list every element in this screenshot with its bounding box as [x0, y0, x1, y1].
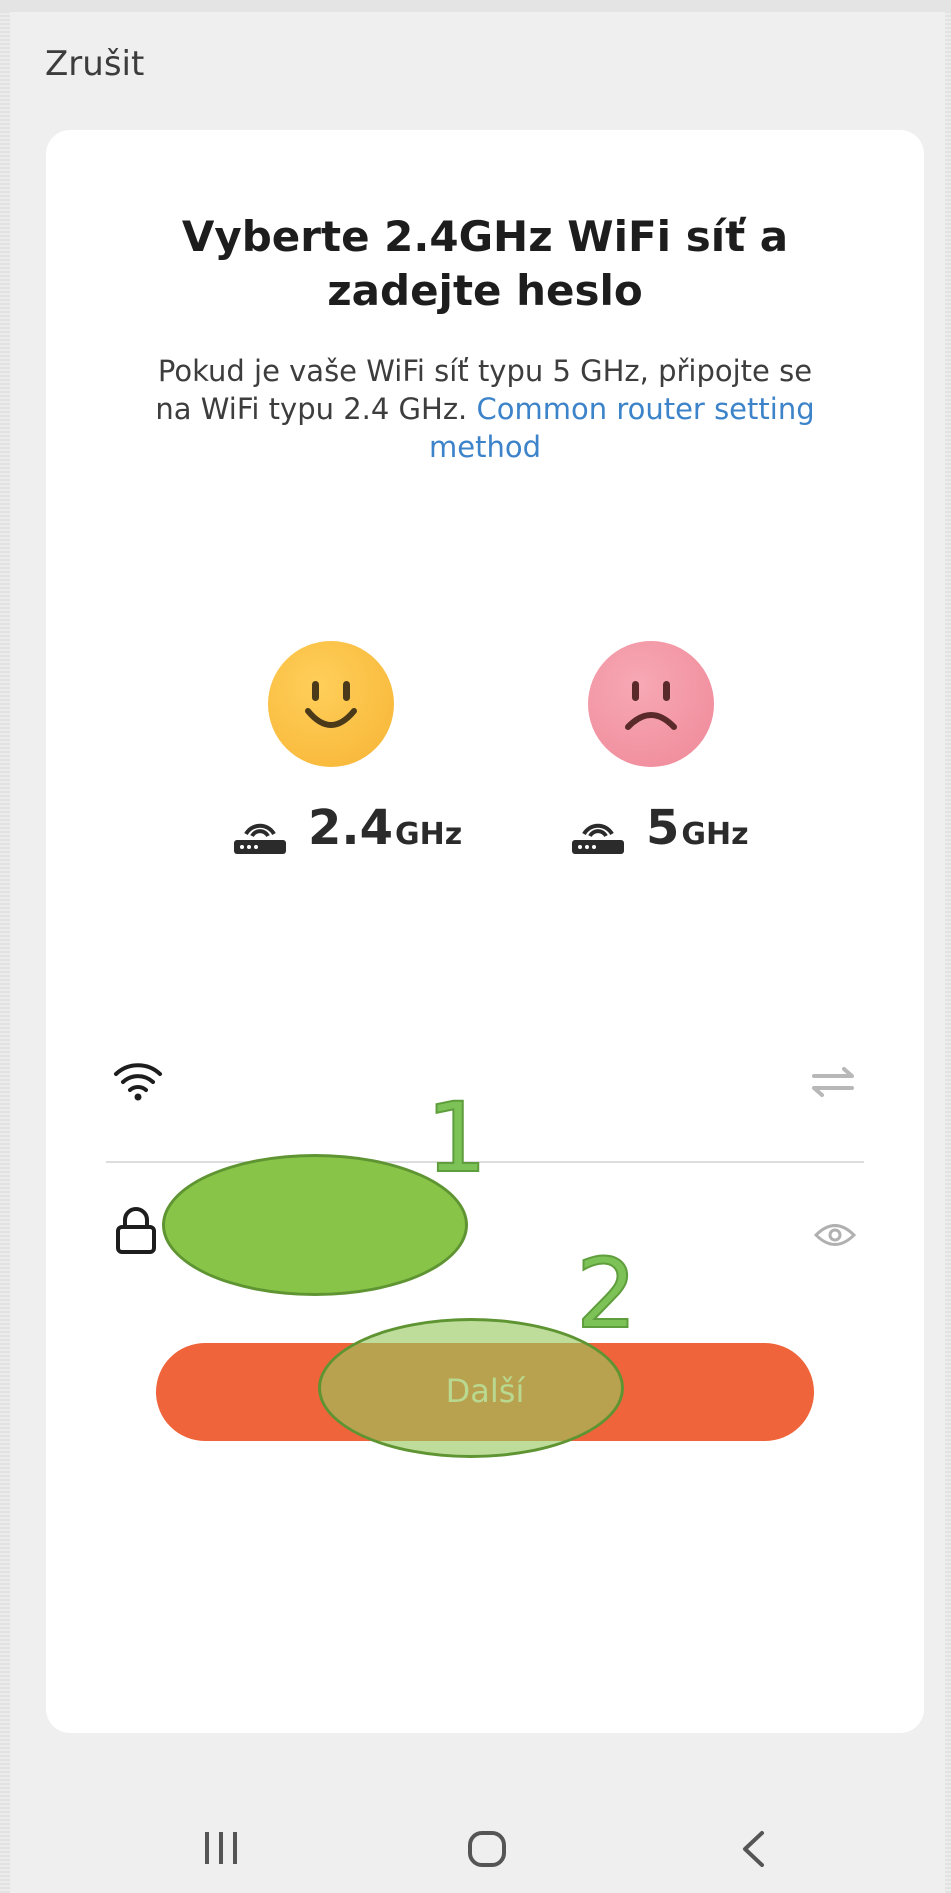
next-button-label: Další: [445, 1372, 525, 1410]
band-2-4ghz: 2.4 GHz: [232, 800, 462, 856]
band-unit: GHz: [681, 817, 749, 852]
cancel-button[interactable]: Zrušit: [45, 44, 144, 84]
happy-face-icon: [268, 641, 394, 767]
annotation-marker-2: 2: [575, 1238, 638, 1350]
band-number: 2.4: [308, 800, 394, 856]
page: Zrušit Vyberte 2.4GHz WiFi síť a zadejte…: [0, 0, 951, 1893]
band-number: 5: [646, 800, 680, 856]
nav-home-icon[interactable]: [467, 1830, 507, 1868]
switch-network-icon[interactable]: [810, 1065, 856, 1099]
nav-recent-icon[interactable]: [202, 1830, 240, 1866]
system-nav-bar: [0, 1800, 951, 1893]
band-5ghz: 5 GHz: [570, 800, 749, 856]
router-icon: [572, 823, 624, 854]
eye-icon[interactable]: [814, 1222, 856, 1248]
annotation-marker-1: 1: [425, 1082, 488, 1194]
band-unit: GHz: [395, 817, 463, 852]
router-icon: [234, 823, 286, 854]
wifi-setup-card: Vyberte 2.4GHz WiFi síť a zadejte heslo …: [46, 130, 924, 1733]
sad-face-icon: [588, 641, 714, 767]
subtitle: Pokud je vaše WiFi síť typu 5 GHz, připo…: [146, 352, 824, 466]
annotation-highlight-1: [162, 1154, 468, 1296]
page-title: Vyberte 2.4GHz WiFi síť a zadejte heslo: [181, 212, 789, 315]
nav-back-icon[interactable]: [740, 1830, 766, 1868]
router-setting-link[interactable]: Common router setting method: [429, 392, 815, 464]
